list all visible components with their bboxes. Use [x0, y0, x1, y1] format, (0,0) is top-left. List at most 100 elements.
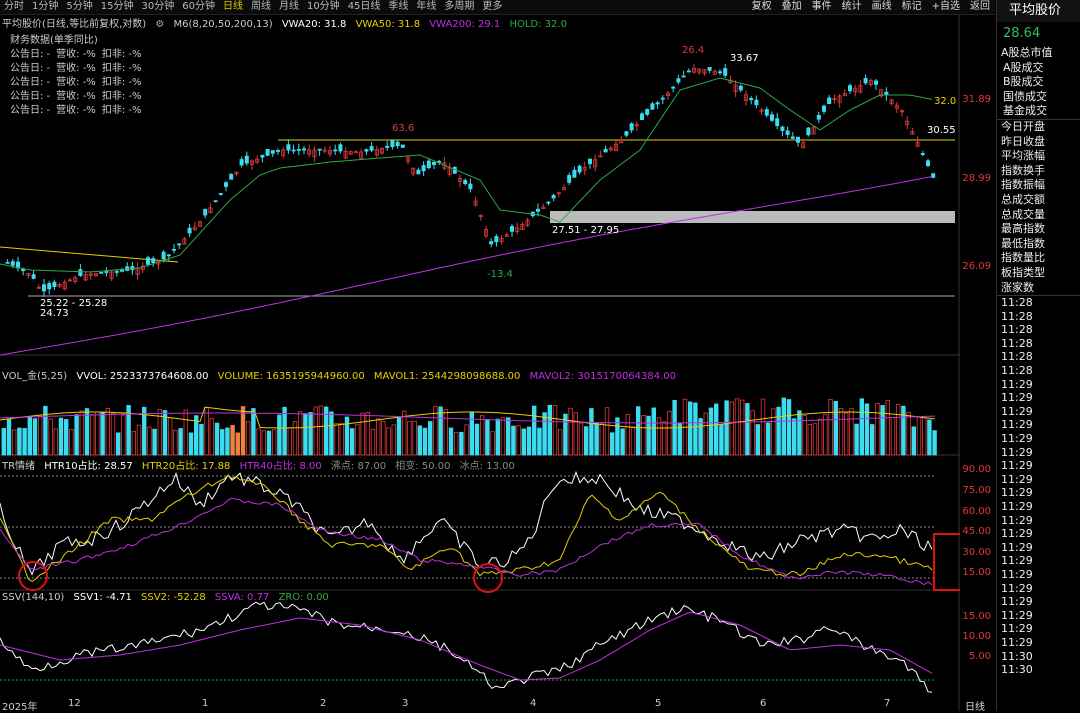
ssva-value: SSVA: 0.77	[214, 592, 270, 603]
candle-body	[546, 201, 551, 204]
axis-label: 26.09	[962, 261, 991, 272]
volume-bar	[1, 427, 6, 456]
candle-body	[660, 97, 665, 100]
volume-bar	[745, 403, 750, 456]
candle-body	[509, 225, 514, 232]
hold-line	[0, 77, 933, 273]
volume-bar	[256, 428, 261, 456]
candle-body	[629, 123, 634, 131]
volume-bar	[859, 398, 864, 456]
sidebar-item[interactable]: 最高指数	[997, 222, 1080, 237]
sidebar-item[interactable]: 涨家数	[997, 281, 1080, 296]
volume-bar	[760, 398, 766, 456]
volume-bar	[927, 419, 932, 456]
volume-bar	[526, 426, 532, 456]
sidebar-item[interactable]: A股成交	[997, 61, 1080, 76]
candle-body	[796, 136, 801, 143]
sidebar-item[interactable]: 总成交额	[997, 193, 1080, 208]
volume-bar	[469, 411, 474, 456]
candle-body	[645, 109, 650, 115]
volume-bar	[786, 399, 792, 456]
candle-body	[790, 136, 795, 139]
volume-bar	[391, 424, 396, 456]
price-annotation: 63.6	[392, 123, 414, 134]
candle-body	[603, 148, 608, 153]
volume-legend: VOL_金(5,25) VVOL: 2523373764608.00 VOLUM…	[2, 367, 682, 382]
candle-body	[874, 80, 879, 85]
sidebar-item[interactable]: 基金成交	[997, 104, 1080, 119]
price-annotation: -13.4	[487, 269, 513, 280]
volume-bar	[885, 399, 890, 456]
axis-label: 15.00	[962, 611, 991, 622]
sidebar-time: 11:28	[1001, 296, 1033, 310]
sidebar-item[interactable]: 国债成交	[997, 90, 1080, 105]
sidebar-item[interactable]: 板指类型	[997, 266, 1080, 281]
date-axis: 2025年 12 1 2 3 4 5 6 7	[0, 698, 960, 713]
volume-bar	[271, 429, 277, 456]
candle-body	[723, 68, 728, 76]
volume-bar	[459, 431, 464, 456]
volume-bar	[755, 424, 760, 456]
htr10-line	[0, 470, 933, 576]
ssv1-line	[0, 601, 933, 693]
candle-body	[848, 85, 853, 92]
volume-bar	[870, 424, 875, 456]
htr40-value: HTR40占比: 8.00	[239, 461, 322, 472]
sidebar-time: 11:29	[1001, 567, 1033, 581]
chart-canvas[interactable]: 25.22 - 25.2824.7363.6-13.427.51 - 27.95…	[0, 0, 960, 711]
candle-body	[203, 208, 208, 216]
volume-bar	[427, 421, 433, 456]
ssv-legend: SSV(144,10) SSV1: -4.71 SSV2: -52.28 SSV…	[2, 592, 335, 603]
candle-body	[884, 91, 889, 96]
candle-body	[686, 70, 691, 73]
candle-body	[468, 183, 473, 190]
volume-bar	[833, 400, 838, 456]
sidebar-time: 11:29	[1001, 554, 1033, 568]
candle-body	[416, 169, 421, 175]
volume-bar	[48, 418, 53, 456]
ssv-label: SSV(144,10)	[2, 592, 65, 603]
sidebar-item[interactable]: 指数量比	[997, 251, 1080, 266]
ice-value: 冰点: 13.00	[459, 461, 515, 472]
sidebar-item[interactable]: 今日开盘	[997, 118, 1080, 135]
sidebar-item[interactable]: 最低指数	[997, 237, 1080, 252]
candle-body	[588, 158, 593, 165]
volume-bar	[558, 429, 563, 456]
volume-bar	[183, 409, 188, 456]
sidebar-item[interactable]: 指数换手	[997, 164, 1080, 179]
date-label: 6	[760, 698, 767, 709]
candle-body	[120, 269, 125, 272]
candle-body	[218, 193, 223, 195]
sidebar-item[interactable]: A股总市值	[997, 46, 1080, 61]
candle-body	[213, 200, 218, 203]
volume-bar	[443, 409, 448, 456]
volume-bar	[740, 399, 745, 456]
candle-body	[333, 149, 338, 152]
toolbar-button[interactable]: 返回	[965, 0, 995, 14]
sidebar-item[interactable]: 指数振幅	[997, 178, 1080, 193]
sidebar-time: 11:29	[1001, 472, 1033, 486]
sidebar-item[interactable]: 总成交量	[997, 208, 1080, 223]
volume-bar	[479, 415, 485, 456]
volume-bar	[69, 429, 74, 456]
candle-body	[260, 154, 265, 158]
candle-body	[463, 180, 468, 185]
price-annotation: 33.67	[730, 53, 759, 64]
sidebar-item[interactable]: B股成交	[997, 75, 1080, 90]
sidebar-time: 11:29	[1001, 513, 1033, 527]
date-label: 1	[202, 698, 209, 709]
volume-bar	[781, 397, 786, 456]
sidebar-time: 11:29	[1001, 595, 1033, 609]
highlight-circle	[18, 561, 48, 591]
date-label: 7	[884, 698, 891, 709]
volume-bar	[599, 423, 604, 456]
sidebar-time: 11:29	[1001, 404, 1033, 418]
sidebar-item[interactable]: 平均涨幅	[997, 149, 1080, 164]
volume-bar	[584, 426, 589, 456]
sidebar-item[interactable]: 昨日收盘	[997, 135, 1080, 150]
volume-bar	[724, 400, 729, 456]
axis-label: 60.00	[962, 506, 991, 517]
candle-body	[244, 155, 249, 164]
volume-bar	[266, 430, 272, 456]
date-label: 5	[655, 698, 662, 709]
